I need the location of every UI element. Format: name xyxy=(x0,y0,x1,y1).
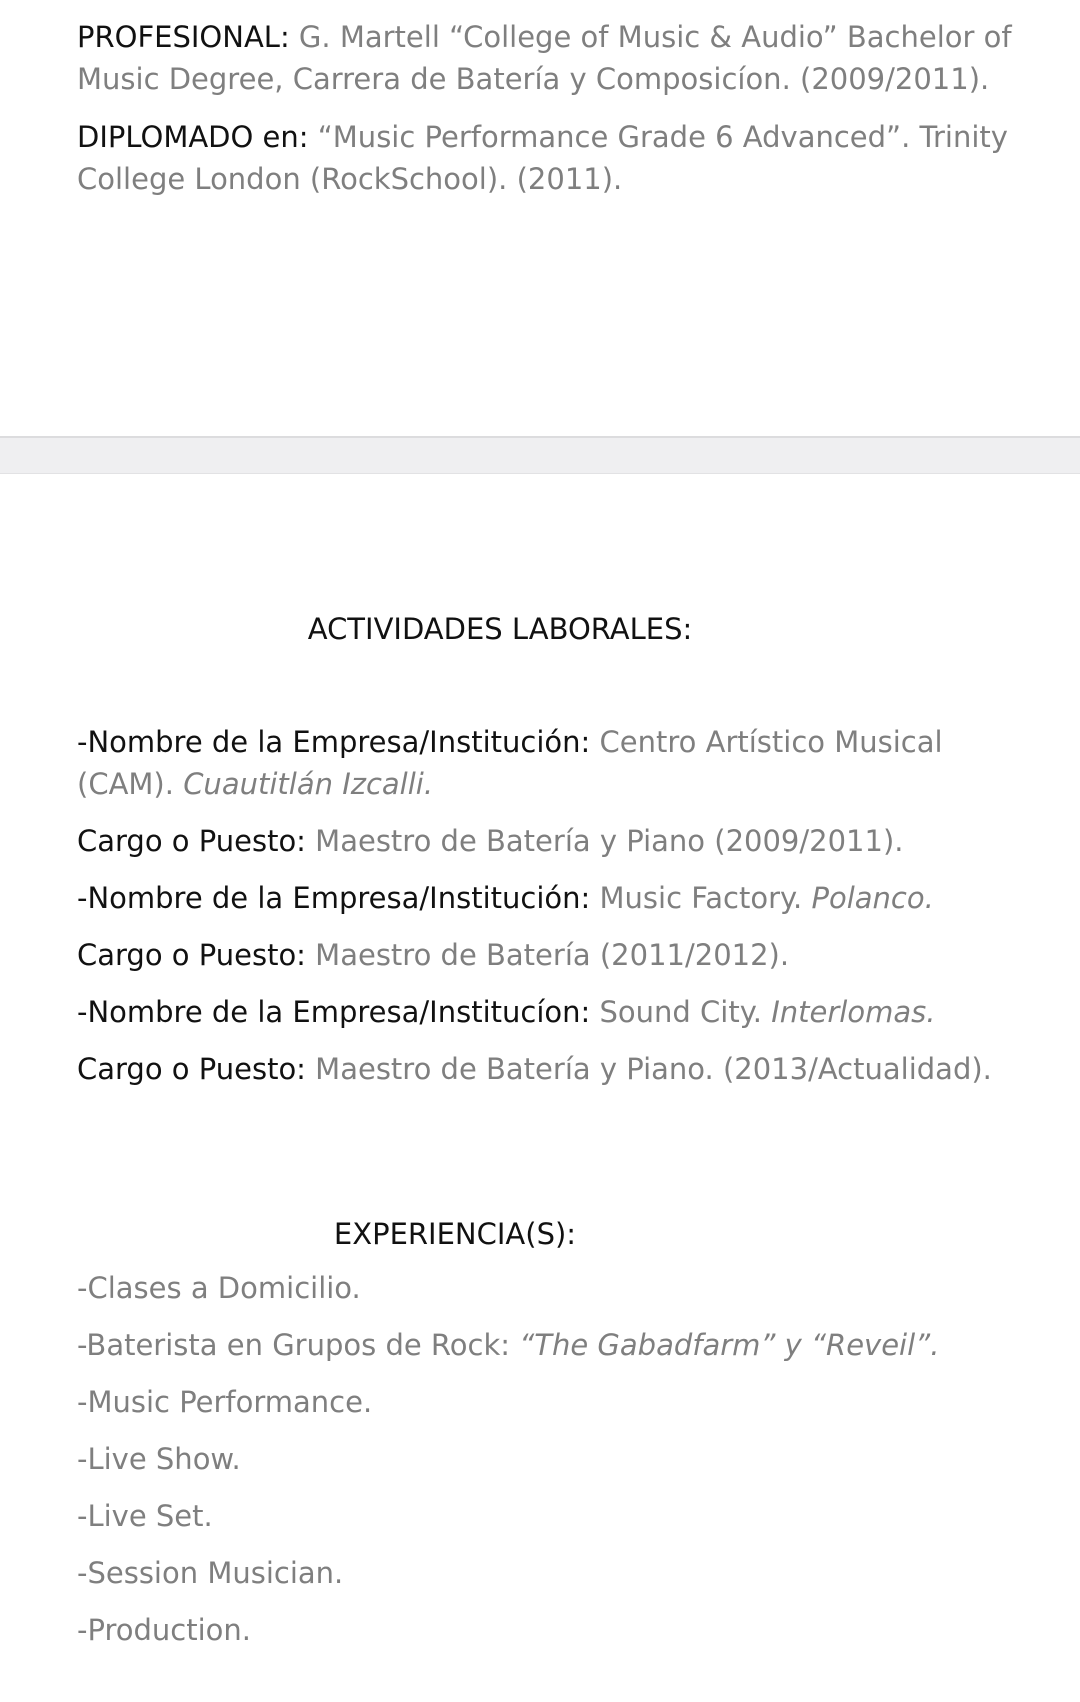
experience-item: -Live Set. xyxy=(77,1499,213,1533)
work-company: -Nombre de la Empresa/Institución: Music… xyxy=(77,877,1017,919)
company-label: -Nombre de la Empresa/Institución: xyxy=(77,725,591,759)
education-entry-diplomado: DIPLOMADO en: “Music Performance Grade 6… xyxy=(77,116,1017,200)
experience-list: -Clases a Domicilio. -Baterista en Grupo… xyxy=(77,1267,1017,1651)
bands-prefix: -Baterista en Grupos de Rock: xyxy=(77,1328,520,1362)
education-entry-profesional: PROFESIONAL: G. Martell “College of Musi… xyxy=(77,16,1017,100)
experience-item: -Music Performance. xyxy=(77,1385,373,1419)
education-label: DIPLOMADO en: xyxy=(77,120,309,154)
position-label: Cargo o Puesto: xyxy=(77,938,306,972)
experience-heading: EXPERIENCIA(S): xyxy=(333,1217,577,1251)
position-value: Maestro de Batería y Piano. (2013/Actual… xyxy=(305,1052,992,1086)
company-name: Sound City. xyxy=(590,995,772,1029)
work-heading: ACTIVIDADES LABORALES: xyxy=(307,612,693,646)
company-label: -Nombre de la Empresa/Institucíon: xyxy=(77,995,591,1029)
document-page-1: PROFESIONAL: G. Martell “College of Musi… xyxy=(0,0,1080,436)
company-location: Polanco. xyxy=(811,881,934,915)
experience-item-bands: -Baterista en Grupos de Rock: “The Gabad… xyxy=(77,1324,1017,1366)
company-location: Interlomas. xyxy=(771,995,936,1029)
experience-item: -Session Musician. xyxy=(77,1556,344,1590)
experience-item: -Production. xyxy=(77,1613,251,1647)
education-section: PROFESIONAL: G. Martell “College of Musi… xyxy=(77,16,1017,200)
company-location: Cuautitlán Izcalli. xyxy=(183,767,434,801)
company-label: -Nombre de la Empresa/Institución: xyxy=(77,881,591,915)
work-section: -Nombre de la Empresa/Institución: Centr… xyxy=(77,721,1017,1090)
position-value: Maestro de Batería y Piano (2009/2011). xyxy=(305,824,904,858)
education-label: PROFESIONAL: xyxy=(77,20,290,54)
company-name: Music Factory. xyxy=(590,881,812,915)
position-label: Cargo o Puesto: xyxy=(77,824,306,858)
position-value: Maestro de Batería (2011/2012). xyxy=(305,938,790,972)
document-page-2: ACTIVIDADES LABORALES: -Nombre de la Emp… xyxy=(0,474,1080,1702)
page-separator xyxy=(0,436,1080,474)
experience-item: -Live Show. xyxy=(77,1442,241,1476)
work-company: -Nombre de la Empresa/Institución: Centr… xyxy=(77,721,1017,805)
work-position: Cargo o Puesto: Maestro de Batería (2011… xyxy=(77,934,1017,976)
experience-item: -Clases a Domicilio. xyxy=(77,1271,361,1305)
work-company: -Nombre de la Empresa/Institucíon: Sound… xyxy=(77,991,1017,1033)
work-position: Cargo o Puesto: Maestro de Batería y Pia… xyxy=(77,1048,1017,1090)
bands-names: “The Gabadfarm” y “Reveil”. xyxy=(519,1328,940,1362)
position-label: Cargo o Puesto: xyxy=(77,1052,306,1086)
work-position: Cargo o Puesto: Maestro de Batería y Pia… xyxy=(77,820,1017,862)
